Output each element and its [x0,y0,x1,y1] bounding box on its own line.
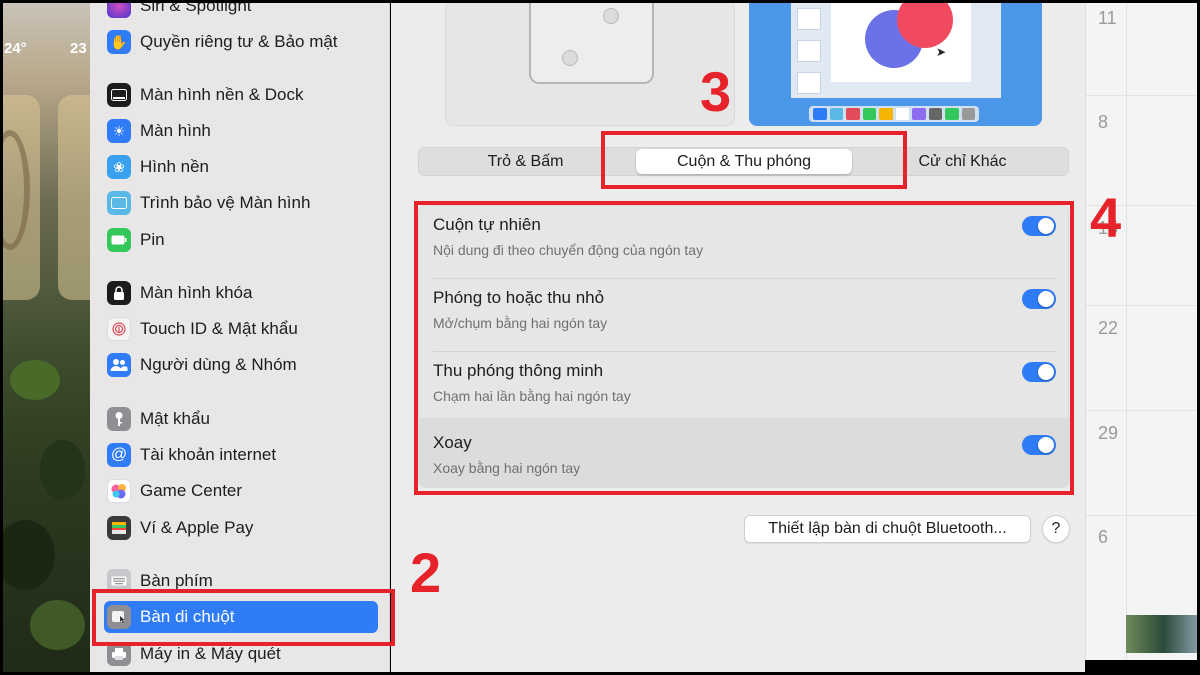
sidebar-item-label: Siri & Spotlight [140,0,252,15]
foliage [40,440,85,500]
dock-icon [107,83,131,107]
preview-dock [809,106,979,122]
hand-icon: ✋ [107,30,131,54]
calendar-row-line [1086,515,1200,516]
dock-app-icon [813,108,827,120]
battery-icon [107,228,131,252]
sidebar-item-users-groups[interactable]: Người dùng & Nhóm [104,349,378,381]
sidebar-item-label: Máy in & Máy quét [140,644,281,663]
sidebar-item-lock-screen[interactable]: Màn hình khóa [104,277,378,309]
dock-app-icon [846,108,860,120]
sidebar-item-label: Trình bảo vệ Màn hình [140,193,311,212]
preview-circle [897,0,953,48]
step-number-4: 4 [1090,186,1122,249]
dock-app-icon [961,108,975,120]
sidebar-item-passwords[interactable]: Mật khẩu [104,403,378,435]
at-icon: @ [107,443,131,467]
screensaver-icon [107,191,131,215]
sidebar-item-battery[interactable]: Pin [104,224,378,256]
gamecenter-icon [107,479,131,503]
settings-sidebar: Siri & Spotlight ✋ Quyền riêng tư & Bảo … [90,0,390,675]
trackpad-illustration [529,0,654,84]
calendar-date: 6 [1098,527,1109,547]
calendar-window: 11 8 15 22 29 6 [1085,0,1200,660]
sun-icon: ☀ [107,119,131,143]
sidebar-item-label: Game Center [140,481,243,500]
calendar-event-thumbnail [1126,615,1200,653]
dock-app-icon [879,108,893,120]
calendar-row-line [1086,305,1200,306]
users-icon [107,353,131,377]
weather-temp-left: 24° [4,40,27,57]
finger-dot [562,50,578,66]
sidebar-item-privacy-security[interactable]: ✋ Quyền riêng tư & Bảo mật [104,26,378,58]
sidebar-item-label: Quyền riêng tư & Bảo mật [140,32,338,51]
sidebar-item-label: Tài khoản internet [140,445,277,464]
key-icon [107,407,131,431]
lock-icon [107,281,131,305]
calendar-grid-line [1126,0,1127,660]
preview-thumb [797,40,821,62]
finger-dot [603,8,619,24]
sidebar-item-label: Pin [140,230,165,249]
dock-app-icon [945,108,959,120]
preview-window: ➤ [791,0,1001,98]
gesture-preview-trackpad [445,0,735,126]
step-number-2: 2 [410,541,442,604]
sidebar-item-label: Màn hình khóa [140,283,253,302]
step-number-3: 3 [700,60,732,123]
sidebar-item-touch-id[interactable]: Touch ID & Mật khẩu [104,313,378,345]
bluetooth-trackpad-setup-button[interactable]: Thiết lập bàn di chuột Bluetooth... [744,515,1031,543]
sidebar-item-label: Bàn phím [140,571,213,590]
siri-icon [107,0,131,18]
fingerprint-icon [107,317,131,341]
sidebar-item-label: Người dùng & Nhóm [140,355,297,374]
annotation-box-trackpad [92,589,395,646]
desktop-wallpaper: 24° 23 [0,0,90,675]
sidebar-item-label: Hình nền [140,157,209,176]
sidebar-item-siri-spotlight[interactable]: Siri & Spotlight [104,0,378,22]
dock-app-icon [928,108,942,120]
sidebar-item-label: Màn hình nền & Dock [140,85,304,104]
flower-icon: ❀ [107,155,131,179]
preview-thumb [797,8,821,30]
sidebar-item-label: Mật khẩu [140,409,210,428]
annotation-box-scroll-zoom-tab [601,131,907,189]
calendar-widget [58,95,90,300]
sidebar-item-screensaver[interactable]: Trình bảo vệ Màn hình [104,187,378,219]
dock-app-icon [895,108,909,120]
foliage [30,600,85,650]
weather-temp-right: 23 [70,40,87,57]
foliage [0,520,55,590]
cursor-icon: ➤ [936,45,947,59]
calendar-date: 11 [1098,8,1117,28]
wallet-icon [107,516,131,540]
calendar-date: 29 [1098,423,1119,443]
annotation-box-settings [414,201,1074,495]
dock-app-icon [862,108,876,120]
sidebar-item-wallpaper[interactable]: ❀ Hình nền [104,151,378,183]
sidebar-item-label: Touch ID & Mật khẩu [140,319,298,338]
calendar-date: 8 [1098,112,1109,132]
gesture-preview-screen: ➤ [749,0,1042,126]
sidebar-item-displays[interactable]: ☀ Màn hình [104,115,378,147]
sidebar-item-label: Ví & Apple Pay [140,518,254,537]
sidebar-item-wallet[interactable]: Ví & Apple Pay [104,512,378,544]
preview-thumb [797,72,821,94]
sidebar-item-desktop-dock[interactable]: Màn hình nền & Dock [104,79,378,111]
calendar-row-line [1086,95,1200,96]
dock-app-icon [912,108,926,120]
foliage [10,360,60,400]
sidebar-item-label: Màn hình [140,121,211,140]
sidebar-item-internet-accounts[interactable]: @ Tài khoản internet [104,439,378,471]
preview-canvas: ➤ [831,0,971,82]
dock-app-icon [829,108,843,120]
calendar-row-line [1086,410,1200,411]
help-button[interactable]: ? [1042,515,1070,543]
sidebar-item-game-center[interactable]: Game Center [104,475,378,507]
calendar-date: 22 [1098,318,1119,338]
